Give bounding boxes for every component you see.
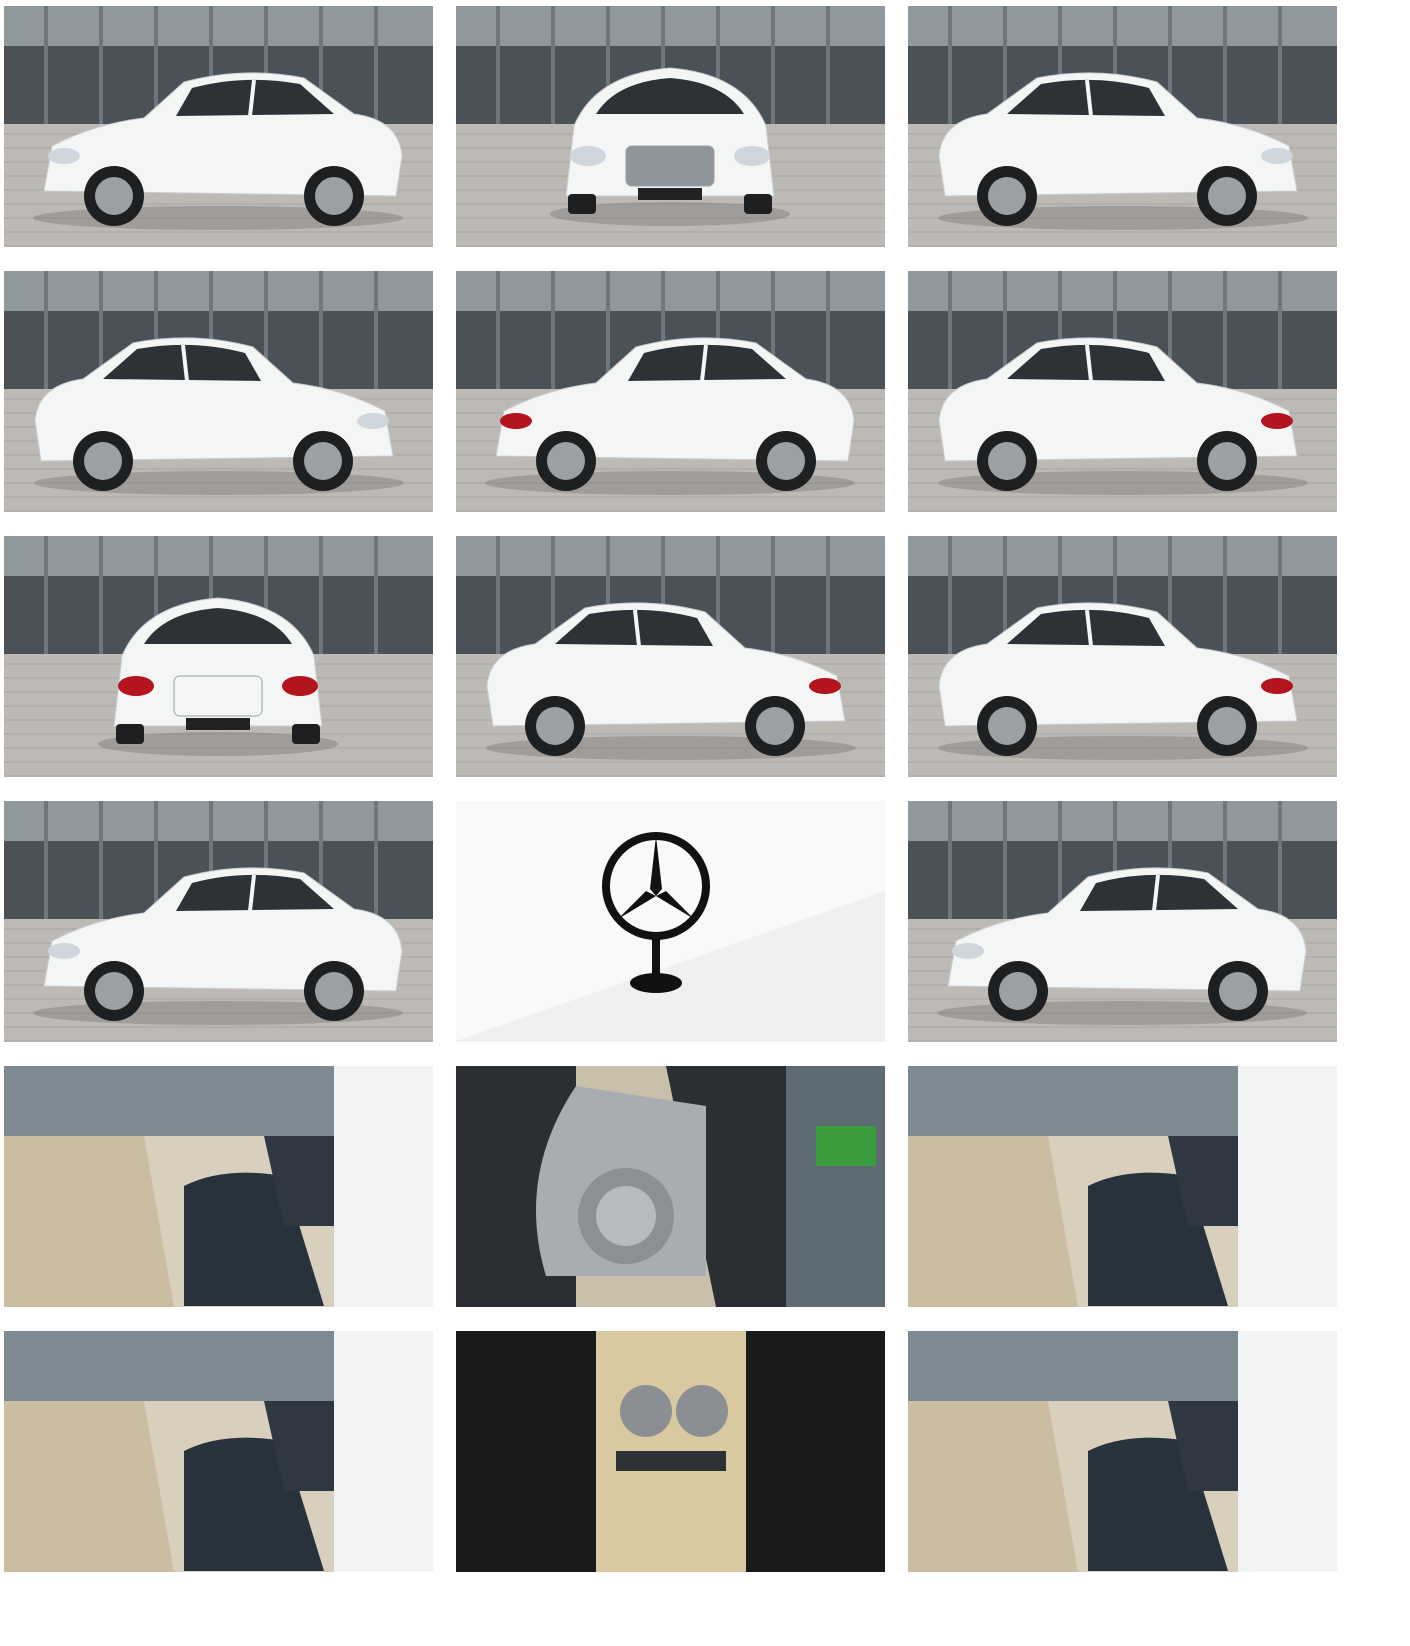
gallery-photo-exterior-rear-right-3q[interactable] bbox=[456, 271, 885, 512]
gallery-photo-exterior-rear-left-3q-side[interactable] bbox=[908, 536, 1337, 777]
gallery-photo-hood-ornament-star[interactable] bbox=[456, 801, 885, 1042]
gallery-photo-exterior-rear[interactable] bbox=[4, 536, 433, 777]
gallery-photo-interior-rear-seat-right[interactable] bbox=[4, 1331, 433, 1572]
gallery-photo-exterior-rear-left-3q-wide[interactable] bbox=[456, 536, 885, 777]
gallery-photo-exterior-side-rear-door[interactable] bbox=[908, 801, 1337, 1042]
gallery-photo-exterior-side-left[interactable] bbox=[4, 271, 433, 512]
gallery-photo-interior-rear-seat-left[interactable] bbox=[908, 1331, 1337, 1572]
gallery-photo-interior-front-seat[interactable] bbox=[908, 1066, 1337, 1307]
gallery-photo-exterior-front-right-3q[interactable] bbox=[908, 6, 1337, 247]
gallery-photo-interior-burmester-tweeter[interactable] bbox=[456, 1066, 885, 1307]
gallery-photo-exterior-front-left-3q[interactable] bbox=[4, 6, 433, 247]
gallery-photo-interior-driver-door-open[interactable] bbox=[4, 1066, 433, 1307]
gallery-photo-exterior-front[interactable] bbox=[456, 6, 885, 247]
gallery-photo-interior-rear-vents[interactable] bbox=[456, 1331, 885, 1572]
gallery-photo-exterior-side-right[interactable] bbox=[4, 801, 433, 1042]
photo-gallery bbox=[0, 0, 1410, 1646]
gallery-photo-exterior-rear-left-3q[interactable] bbox=[908, 271, 1337, 512]
